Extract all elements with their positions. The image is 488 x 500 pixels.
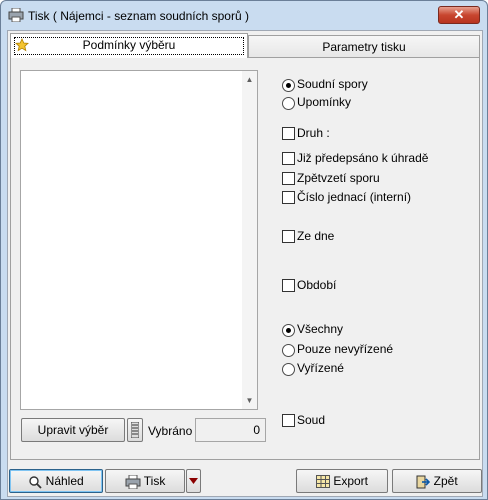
print-dropdown-button[interactable]	[186, 469, 201, 493]
printer-icon	[125, 474, 141, 489]
checkbox-soud[interactable]	[282, 414, 295, 427]
radio-vsechny-label: Všechny	[297, 322, 344, 336]
checkbox-obdobi-label: Období	[297, 278, 337, 292]
checkbox-obdobi[interactable]	[282, 279, 295, 292]
checkbox-zpetvzeti-label: Zpětvzetí sporu	[297, 171, 380, 185]
checkbox-cislo-jednaci-label: Číslo jednací (interní)	[297, 190, 412, 204]
close-button[interactable]: ✕	[438, 6, 480, 24]
title-bar[interactable]: Tisk ( Nájemci - seznam soudních sporů )…	[1, 1, 487, 29]
selected-count-label: Vybráno	[148, 424, 193, 438]
print-label: Tisk	[143, 474, 166, 488]
print-button[interactable]: Tisk	[105, 469, 185, 493]
printer-icon	[8, 8, 24, 22]
checkbox-soud-label: Soud	[297, 413, 326, 427]
tab-podminky-vyberu[interactable]: Podmínky výběru	[10, 33, 248, 58]
export-label: Export	[333, 474, 369, 488]
radio-pouze-nevyrizene-label: Pouze nevyřízené	[297, 342, 394, 356]
checkbox-druh[interactable]	[282, 127, 295, 140]
back-label: Zpět	[433, 474, 458, 488]
checkbox-ze-dne-label: Ze dne	[297, 229, 335, 243]
radio-upominky[interactable]	[282, 97, 295, 110]
radio-pouze-nevyrizene[interactable]	[282, 344, 295, 357]
export-button[interactable]: Export	[296, 469, 388, 493]
dialog-client: Podmínky výběru Parametry tisku ▲ ▼ Upra…	[7, 30, 483, 497]
back-button[interactable]: Zpět	[392, 469, 482, 493]
selection-listbox[interactable]: ▲ ▼	[20, 70, 258, 410]
magnifier-icon	[29, 476, 42, 489]
tab-label: Parametry tisku	[322, 40, 406, 54]
checkbox-predepsano-label: Již předepsáno k úhradě	[297, 151, 429, 165]
edit-selection-button[interactable]: Upravit výběr	[21, 418, 125, 442]
radio-vyrizene-label: Vyřízené	[297, 361, 344, 375]
preview-button[interactable]: Náhled	[9, 469, 103, 493]
preview-label: Náhled	[45, 474, 84, 488]
radio-soudni-spory[interactable]	[282, 79, 295, 92]
list-options-button[interactable]	[127, 418, 143, 442]
radio-upominky-label: Upomínky	[297, 95, 352, 109]
scroll-up-icon[interactable]: ▲	[242, 72, 257, 87]
checkbox-ze-dne[interactable]	[282, 230, 295, 243]
checkbox-druh-label: Druh :	[297, 126, 330, 140]
window-title: Tisk ( Nájemci - seznam soudních sporů )	[28, 9, 249, 23]
selected-count-field: 0	[195, 418, 266, 442]
list-icon	[130, 421, 140, 439]
checkbox-predepsano[interactable]	[282, 152, 295, 165]
tab-focus-rect	[14, 37, 244, 55]
dialog-window: Tisk ( Nájemci - seznam soudních sporů )…	[0, 0, 488, 500]
edit-selection-label: Upravit výběr	[37, 423, 109, 437]
spreadsheet-icon	[315, 475, 330, 489]
exit-door-icon	[416, 475, 431, 489]
radio-soudni-spory-label: Soudní spory	[297, 77, 368, 91]
checkbox-zpetvzeti[interactable]	[282, 172, 295, 185]
radio-vsechny[interactable]	[282, 324, 295, 337]
checkbox-cislo-jednaci[interactable]	[282, 191, 295, 204]
vertical-scrollbar[interactable]: ▲ ▼	[242, 71, 257, 409]
tab-parametry-tisku[interactable]: Parametry tisku	[248, 35, 480, 59]
radio-vyrizene[interactable]	[282, 363, 295, 376]
scroll-down-icon[interactable]: ▼	[242, 393, 257, 408]
dropdown-arrow-icon	[189, 478, 198, 484]
